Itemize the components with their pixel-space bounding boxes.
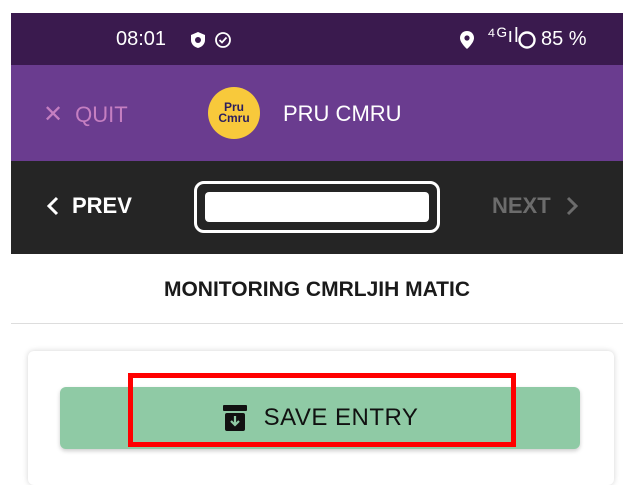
record-navigation: PREV NEXT [11, 161, 623, 254]
app-header: ✕ QUIT Pru Cmru PRU CMRU [11, 65, 623, 161]
status-time: 08:01 [116, 28, 167, 50]
quit-button[interactable]: ✕ QUIT [43, 100, 128, 129]
check-circle-icon [214, 31, 232, 54]
next-label: NEXT [492, 193, 551, 218]
form-title: MONITORING CMRLJIH MATIC [163, 278, 471, 301]
next-button[interactable]: NEXT [492, 193, 579, 219]
divider [11, 323, 623, 324]
battery-percent: 85 % [541, 28, 587, 50]
shield-icon [189, 31, 207, 54]
prev-label: PREV [72, 193, 132, 218]
chevron-right-icon [566, 196, 578, 216]
chevron-left-icon [46, 196, 59, 216]
logo-text: Pru Cmru [218, 100, 250, 125]
page-selector[interactable] [194, 181, 440, 233]
prev-button[interactable]: PREV [46, 193, 132, 219]
battery-saver-icon [517, 30, 537, 55]
app-logo: Pru Cmru [208, 87, 260, 139]
status-bar: 08:01 ⁴ᴳıl 85 % [11, 13, 623, 65]
app-title: PRU CMRU [283, 101, 402, 126]
highlight-box [128, 373, 516, 447]
page-field[interactable] [205, 192, 429, 222]
signal-icon: ⁴ᴳıl [487, 25, 520, 47]
close-icon: ✕ [43, 101, 64, 128]
quit-label: QUIT [75, 101, 128, 127]
location-icon [459, 30, 475, 55]
